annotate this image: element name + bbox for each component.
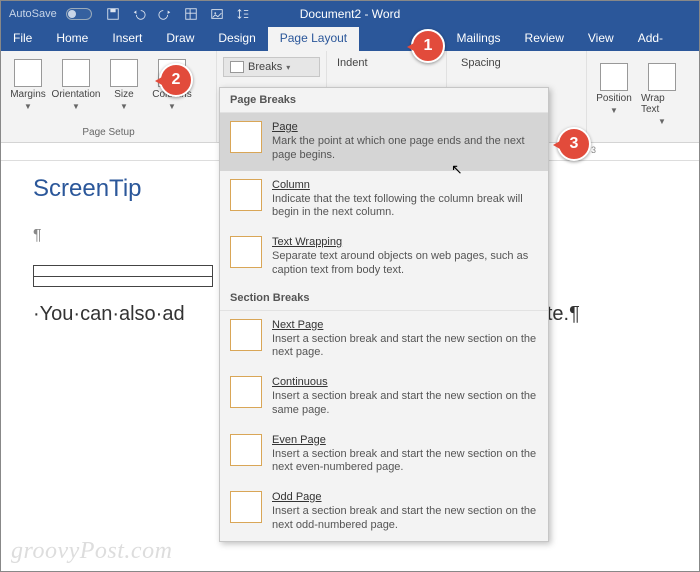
body-left-fragment: ·You·can·also·ad (33, 303, 185, 325)
margins-label: Margins (10, 89, 46, 100)
menu-item-next-page[interactable]: Next Page Insert a section break and star… (220, 311, 548, 369)
marker-label: 2 (159, 63, 193, 97)
tab-review[interactable]: Review (513, 27, 576, 51)
table-icon[interactable] (184, 7, 198, 21)
ribbon-tabs: File Home Insert Draw Design Page Layout… (1, 27, 699, 51)
menu-item-desc: Insert a section break and start the new… (272, 390, 538, 418)
position-label: Position (596, 93, 632, 104)
tab-design[interactable]: Design (206, 27, 267, 51)
autosave-toggle[interactable] (66, 8, 92, 20)
redo-icon[interactable] (158, 7, 172, 21)
picture-icon[interactable] (210, 7, 224, 21)
watermark: groovyPost.com (11, 538, 172, 565)
autosave-label: AutoSave (9, 8, 57, 20)
odd-page-icon (230, 491, 262, 523)
tab-view[interactable]: View (576, 27, 626, 51)
margins-icon (14, 59, 42, 87)
orientation-label: Orientation (52, 89, 101, 100)
size-label: Size (114, 89, 133, 100)
wrap-text-label: Wrap Text (641, 93, 683, 115)
tab-mailings[interactable]: Mailings (445, 27, 513, 51)
menu-item-desc: Separate text around objects on web page… (272, 250, 538, 278)
menu-item-continuous[interactable]: Continuous Insert a section break and sta… (220, 368, 548, 426)
menu-item-title: Continuous (272, 376, 538, 388)
page-break-icon (230, 121, 262, 153)
menu-item-desc: Insert a section break and start the new… (272, 333, 538, 361)
menu-item-odd-page[interactable]: Odd Page Insert a section break and start… (220, 483, 548, 541)
wrap-text-button[interactable]: Wrap Text ▼ (641, 59, 683, 126)
chevron-down-icon: ▼ (120, 102, 128, 111)
menu-item-page[interactable]: Page Mark the point at which one page end… (220, 113, 548, 171)
mouse-cursor-icon: ↖ (451, 161, 463, 178)
menu-item-title: Column (272, 179, 538, 191)
chevron-down-icon: ▼ (24, 102, 32, 111)
margins-button[interactable]: Margins ▼ (7, 55, 49, 111)
even-page-icon (230, 434, 262, 466)
chevron-down-icon: ▼ (658, 117, 666, 126)
menu-item-desc: Insert a section break and start the new… (272, 448, 538, 476)
menu-item-even-page[interactable]: Even Page Insert a section break and star… (220, 426, 548, 484)
menu-item-desc: Mark the point at which one page ends an… (272, 135, 538, 163)
tab-insert[interactable]: Insert (100, 27, 154, 51)
annotation-marker-2: 2 (159, 63, 201, 105)
menu-item-title: Next Page (272, 319, 538, 331)
orientation-button[interactable]: Orientation▼ (55, 55, 97, 111)
chevron-down-icon: ▼ (72, 102, 80, 111)
marker-label: 1 (411, 29, 445, 63)
spacing-label: Spacing (453, 55, 580, 69)
wrap-text-icon (648, 63, 676, 91)
chevron-down-icon: ▾ (286, 63, 290, 72)
spacing-icon[interactable] (236, 7, 250, 21)
tab-page-layout[interactable]: Page Layout (268, 27, 359, 51)
title-bar: AutoSave Document2 - Word (1, 1, 699, 27)
text-wrapping-icon (230, 236, 262, 268)
breaks-button[interactable]: Breaks ▾ (223, 57, 320, 77)
menu-item-text-wrapping[interactable]: Text Wrapping Separate text around object… (220, 228, 548, 286)
menu-item-desc: Indicate that the text following the col… (272, 193, 538, 221)
size-icon (110, 59, 138, 87)
quick-access-toolbar (106, 7, 250, 21)
menu-item-column[interactable]: Column Indicate that the text following t… (220, 171, 548, 229)
annotation-marker-1: 1 (411, 29, 453, 71)
tab-file[interactable]: File (1, 27, 44, 51)
annotation-marker-3: 3 (557, 127, 599, 169)
marker-label: 3 (557, 127, 591, 161)
orientation-icon (62, 59, 90, 87)
continuous-icon (230, 376, 262, 408)
page-setup-group-label: Page Setup (7, 127, 210, 140)
position-button[interactable]: Position ▼ (593, 59, 635, 126)
menu-item-title: Even Page (272, 434, 538, 446)
menu-item-desc: Insert a section break and start the new… (272, 505, 538, 533)
next-page-icon (230, 319, 262, 351)
undo-icon[interactable] (132, 7, 146, 21)
size-button[interactable]: Size ▼ (103, 55, 145, 111)
menu-item-title: Odd Page (272, 491, 538, 503)
menu-item-title: Text Wrapping (272, 236, 538, 248)
section-breaks-header: Section Breaks (220, 286, 548, 311)
tab-addins[interactable]: Add- (626, 27, 675, 51)
horizontal-rule-box (33, 265, 213, 287)
tab-home[interactable]: Home (44, 27, 100, 51)
breaks-label: Breaks (248, 61, 282, 73)
breaks-dropdown-menu: Page Breaks Page Mark the point at which … (219, 87, 549, 542)
window-title: Document2 - Word (300, 7, 400, 21)
save-icon[interactable] (106, 7, 120, 21)
page-breaks-header: Page Breaks (220, 88, 548, 113)
position-icon (600, 63, 628, 91)
tab-draw[interactable]: Draw (154, 27, 206, 51)
column-break-icon (230, 179, 262, 211)
chevron-down-icon: ▼ (610, 106, 618, 115)
breaks-icon (230, 61, 244, 73)
menu-item-title: Page (272, 121, 538, 133)
